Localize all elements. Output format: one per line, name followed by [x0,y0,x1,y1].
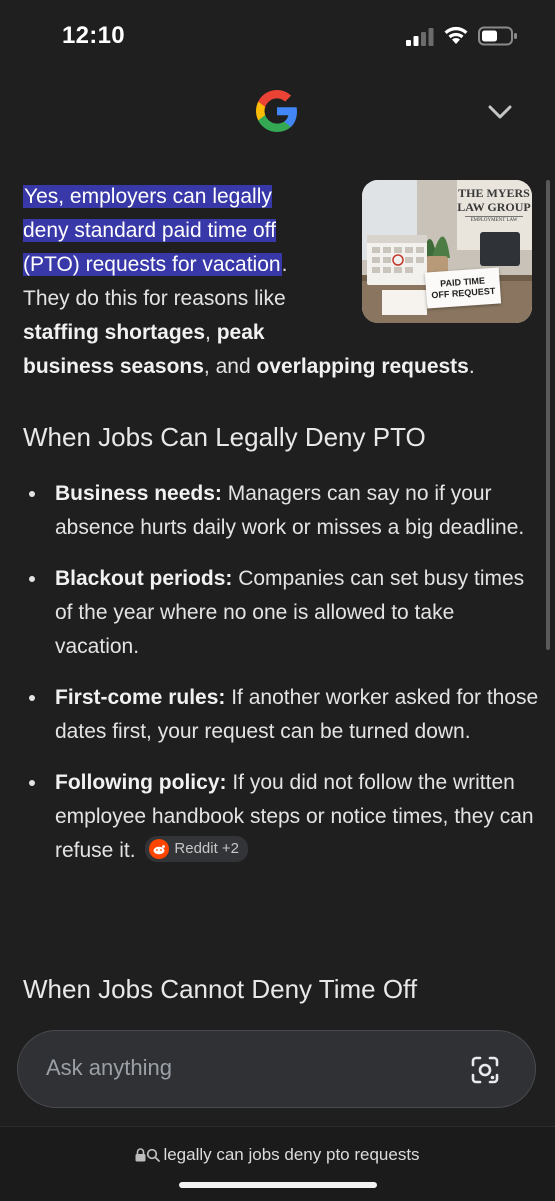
list-item: First-come rules: If another worker aske… [23,681,543,749]
section-heading-cannot-deny: When Jobs Cannot Deny Time Off [23,974,418,1004]
chevron-down-icon[interactable] [484,96,516,128]
list-item: Following policy: If you did not follow … [23,766,543,868]
pto-request-card: PAID TIME OFF REQUEST [424,267,502,309]
lock-icon [135,1148,146,1162]
sign-text-2: LAW GROUP [457,200,531,214]
list-item: Blackout periods: Companies can set busy… [23,562,543,664]
section-heading-can-deny: When Jobs Can Legally Deny PTO [23,422,426,452]
deny-reasons-list: Business needs: Managers can say no if y… [23,477,543,885]
cellular-signal-icon [406,28,434,46]
status-bar: 12:10 [0,0,555,75]
sign-text-3: EMPLOYMENT LAW [465,216,523,225]
url-display[interactable]: legally can jobs deny pto requests [0,1145,555,1165]
url-bar[interactable]: legally can jobs deny pto requests [0,1126,555,1201]
list-item: Business needs: Managers can say no if y… [23,477,543,545]
ask-input[interactable]: Ask anything [17,1030,536,1108]
lens-camera-icon[interactable] [470,1055,500,1085]
thumbnail-sign: THE MYERS LAW GROUP EMPLOYMENT LAW [457,186,531,225]
answer-intro: Yes, employers can legally deny standard … [23,185,288,344]
google-logo-icon[interactable] [253,87,301,135]
wifi-icon [444,26,468,44]
status-time: 12:10 [62,22,125,49]
url-query: legally can jobs deny pto requests [163,1145,420,1164]
home-indicator[interactable] [179,1182,377,1188]
reddit-icon [149,839,170,860]
source-chip[interactable]: Reddit +2 [145,836,249,863]
search-icon [147,1148,161,1162]
battery-icon [478,26,517,46]
article-thumbnail[interactable]: THE MYERS LAW GROUP EMPLOYMENT LAW PAID … [362,180,532,323]
scrollbar[interactable] [546,180,550,650]
sign-text-1: THE MYERS [458,186,530,200]
ask-placeholder: Ask anything [46,1055,172,1080]
answer-intro-continued: business seasons, and overlapping reques… [23,355,475,378]
highlighted-answer: Yes, employers can legally deny standard … [23,185,282,276]
source-chip-label: Reddit +2 [174,840,240,858]
